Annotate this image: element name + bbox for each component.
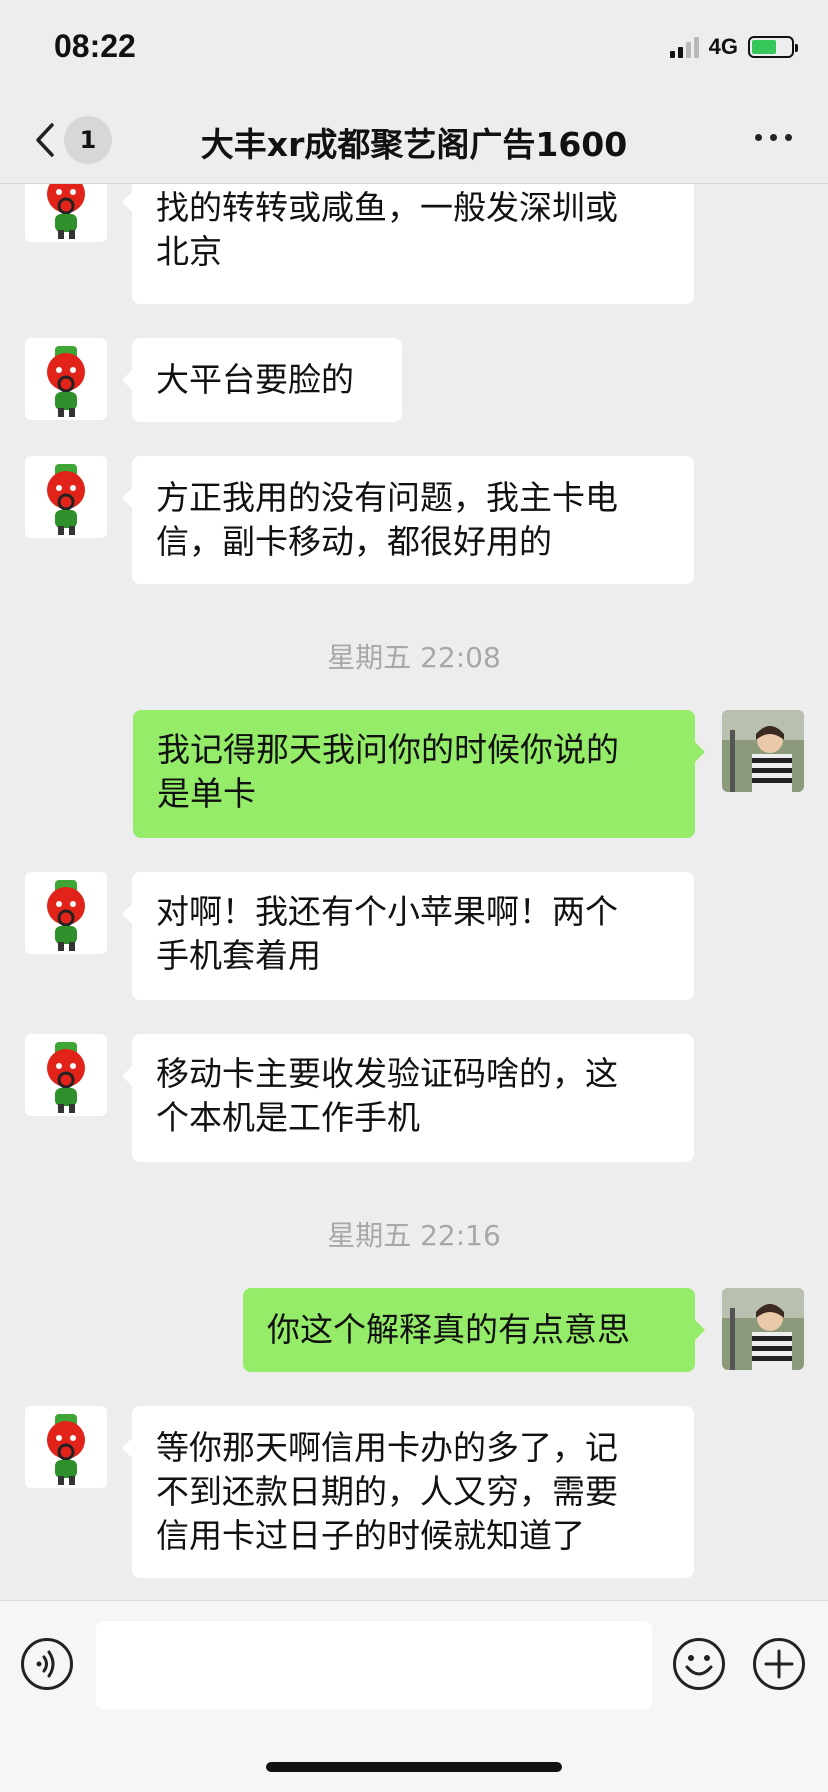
- back-chevron-icon[interactable]: [30, 122, 60, 158]
- more-options-icon[interactable]: [755, 134, 792, 141]
- emoji-icon[interactable]: [672, 1637, 726, 1691]
- message-bubble[interactable]: 等你那天啊信用卡办的多了，记 不到还款日期的，人又穷，需要 信用卡过日子的时候就…: [122, 1406, 694, 1578]
- message-input[interactable]: [96, 1621, 652, 1709]
- message-bubble[interactable]: 你这个解释真的有点意思: [243, 1288, 705, 1372]
- message-timestamp: 星期五 22:08: [327, 641, 501, 674]
- message-bubble[interactable]: 我记得那天我问你的时候你说的 是单卡: [133, 710, 705, 838]
- message-text-line: 信用卡过日子的时候就知道了: [156, 1516, 585, 1555]
- contact-avatar[interactable]: [25, 872, 107, 954]
- status-time: 08:22: [54, 28, 136, 64]
- network-type: 4G: [708, 34, 738, 59]
- message-text-line: 北京: [156, 232, 222, 271]
- message-bubble[interactable]: 找的转转或咸鱼，一般发深圳或 北京: [122, 184, 694, 304]
- message-text-line: 等你那天啊信用卡办的多了，记: [156, 1428, 618, 1467]
- message-bubble[interactable]: 对啊！我还有个小苹果啊！两个 手机套着用: [122, 872, 694, 1000]
- my-avatar[interactable]: [722, 1288, 804, 1370]
- message-text-line: 我记得那天我问你的时候你说的: [157, 730, 619, 769]
- message-text-line: 大平台要脸的: [156, 360, 354, 399]
- message-bubble[interactable]: 移动卡主要收发验证码啥的，这 个本机是工作手机: [122, 1034, 694, 1162]
- message-text-line: 对啊！我还有个小苹果啊！两个: [156, 892, 618, 931]
- contact-avatar[interactable]: [25, 1406, 107, 1488]
- message-text-line: 个本机是工作手机: [156, 1098, 420, 1137]
- battery-icon: [748, 36, 798, 58]
- message-text-line: 手机套着用: [156, 936, 321, 975]
- message-timestamp: 星期五 22:16: [327, 1219, 501, 1252]
- message-bubble[interactable]: 大平台要脸的: [122, 338, 402, 422]
- contact-avatar[interactable]: [25, 184, 107, 242]
- message-text-line: 移动卡主要收发验证码啥的，这: [156, 1054, 618, 1093]
- chat-title: 大丰xr成都聚艺阁广告1600: [200, 125, 628, 164]
- status-bar: 08:22 4G: [0, 0, 828, 96]
- contact-avatar[interactable]: [25, 338, 107, 420]
- unread-count-badge[interactable]: 1: [64, 116, 112, 164]
- contact-avatar[interactable]: [25, 456, 107, 538]
- message-bubble[interactable]: 方正我用的没有问题，我主卡电 信，副卡移动，都很好用的: [122, 456, 694, 584]
- message-text-line: 不到还款日期的，人又穷，需要: [156, 1472, 618, 1511]
- message-text-line: 是单卡: [157, 774, 256, 813]
- voice-input-icon[interactable]: [20, 1637, 74, 1691]
- contact-avatar[interactable]: [25, 1034, 107, 1116]
- message-text-line: 方正我用的没有问题，我主卡电: [156, 478, 618, 517]
- status-indicators: 4G: [669, 34, 798, 60]
- signal-strength-icon: [669, 36, 699, 58]
- chat-header: 1 大丰xr成都聚艺阁广告1600: [0, 96, 828, 184]
- message-text-line: 你这个解释真的有点意思: [267, 1310, 630, 1349]
- my-avatar[interactable]: [722, 710, 804, 792]
- message-list[interactable]: 找的转转或咸鱼，一般发深圳或 北京 大平台要脸的 方正我用的没有问题，我主卡电 …: [0, 184, 828, 1600]
- home-indicator[interactable]: [266, 1762, 562, 1772]
- message-text-line: 找的转转或咸鱼，一般发深圳或: [156, 188, 618, 227]
- message-text-line: 信，副卡移动，都很好用的: [156, 522, 552, 561]
- plus-icon[interactable]: [752, 1637, 806, 1691]
